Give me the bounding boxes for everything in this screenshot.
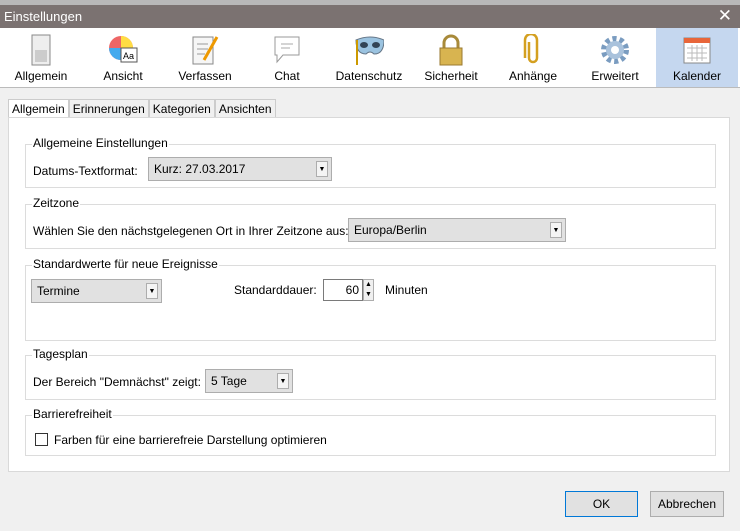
pane-label: Chat xyxy=(274,69,300,83)
tab-panel: Allgemeine Einstellungen Datums-Textform… xyxy=(8,117,730,472)
pane-allgemein[interactable]: Allgemein xyxy=(0,28,82,87)
selected-value: Kurz: 27.03.2017 xyxy=(154,162,246,176)
lock-icon xyxy=(436,34,466,66)
duration-label: Standarddauer: xyxy=(234,283,317,297)
pane-chat[interactable]: Chat xyxy=(246,28,328,87)
group-timezone: Zeitzone Wählen Sie den nächstgelegenen … xyxy=(25,196,716,249)
color-font-icon: Aa xyxy=(108,34,138,66)
group-legend: Standardwerte für neue Ereignisse xyxy=(32,257,219,271)
pane-ansicht[interactable]: Aa Ansicht xyxy=(82,28,164,87)
gear-icon xyxy=(600,34,630,66)
ok-button[interactable]: OK xyxy=(565,491,638,517)
pane-label: Allgemein xyxy=(14,69,68,83)
selected-value: 5 Tage xyxy=(211,374,247,388)
date-format-label: Datums-Textformat: xyxy=(33,164,138,178)
group-legend: Allgemeine Einstellungen xyxy=(32,136,169,150)
event-type-select[interactable]: Termine ▼ xyxy=(31,279,162,303)
group-agenda: Tagesplan Der Bereich "Demnächst" zeigt:… xyxy=(25,347,716,400)
chevron-down-icon: ▼ xyxy=(277,373,289,389)
mask-icon xyxy=(354,34,384,66)
paperclip-icon xyxy=(518,34,548,66)
calendar-icon xyxy=(682,34,712,66)
duration-input[interactable]: 60 xyxy=(323,279,363,301)
selected-value: Termine xyxy=(37,284,80,298)
pane-label: Kalender xyxy=(672,69,722,83)
group-accessibility: Barrierefreiheit Farben für eine barrier… xyxy=(25,407,716,456)
agenda-days-select[interactable]: 5 Tage ▼ xyxy=(205,369,293,393)
cancel-button[interactable]: Abbrechen xyxy=(650,491,724,517)
pane-label: Datenschutz xyxy=(335,69,403,83)
tab-erinnerungen[interactable]: Erinnerungen xyxy=(68,99,149,117)
pane-datenschutz[interactable]: Datenschutz xyxy=(328,28,410,87)
pane-label: Erweitert xyxy=(591,69,639,83)
group-legend: Barrierefreiheit xyxy=(32,407,113,421)
timezone-select[interactable]: Europa/Berlin ▼ xyxy=(348,218,566,242)
date-format-select[interactable]: Kurz: 27.03.2017 ▼ xyxy=(148,157,332,181)
switch-icon xyxy=(26,34,56,66)
chat-bubble-icon xyxy=(272,34,302,66)
pane-kalender[interactable]: Kalender xyxy=(656,28,738,87)
window-title: Einstellungen xyxy=(4,9,83,24)
checkbox-label[interactable]: Farben für eine barrierefreie Darstellun… xyxy=(54,433,327,447)
timezone-label: Wählen Sie den nächstgelegenen Ort in Ih… xyxy=(33,224,349,238)
group-general: Allgemeine Einstellungen Datums-Textform… xyxy=(25,136,716,188)
pane-verfassen[interactable]: Verfassen xyxy=(164,28,246,87)
tab-allgemein[interactable]: Allgemein xyxy=(8,99,69,118)
pane-erweitert[interactable]: Erweitert xyxy=(574,28,656,87)
pane-label: Sicherheit xyxy=(424,69,478,83)
tab-bar: Allgemein Erinnerungen Kategorien Ansich… xyxy=(8,99,276,118)
title-bar: Einstellungen ✕ xyxy=(0,5,740,28)
pane-sicherheit[interactable]: Sicherheit xyxy=(410,28,492,87)
compose-icon xyxy=(190,34,220,66)
agenda-label: Der Bereich "Demnächst" zeigt: xyxy=(33,375,201,389)
group-defaults: Standardwerte für neue Ereignisse Termin… xyxy=(25,257,716,341)
tab-ansichten[interactable]: Ansichten xyxy=(214,99,276,117)
chevron-down-icon: ▼ xyxy=(550,222,562,238)
pane-label: Ansicht xyxy=(103,69,143,83)
tab-kategorien[interactable]: Kategorien xyxy=(148,99,215,117)
preferences-toolbar: Allgemein Aa Ansicht Verfassen Chat Daten… xyxy=(0,28,740,88)
accessibility-checkbox[interactable] xyxy=(35,433,48,446)
duration-unit: Minuten xyxy=(385,283,428,297)
group-legend: Zeitzone xyxy=(32,196,81,210)
pane-label: Anhänge xyxy=(508,69,558,83)
chevron-down-icon: ▼ xyxy=(316,161,328,177)
duration-spinner[interactable]: ▲ ▼ xyxy=(363,279,374,301)
selected-value: Europa/Berlin xyxy=(354,223,427,237)
pane-anhaenge[interactable]: Anhänge xyxy=(492,28,574,87)
chevron-down-icon: ▼ xyxy=(146,283,158,299)
pane-label: Verfassen xyxy=(178,69,232,83)
close-icon[interactable]: ✕ xyxy=(718,6,732,26)
svg-text:Aa: Aa xyxy=(123,51,134,61)
group-legend: Tagesplan xyxy=(32,347,89,361)
